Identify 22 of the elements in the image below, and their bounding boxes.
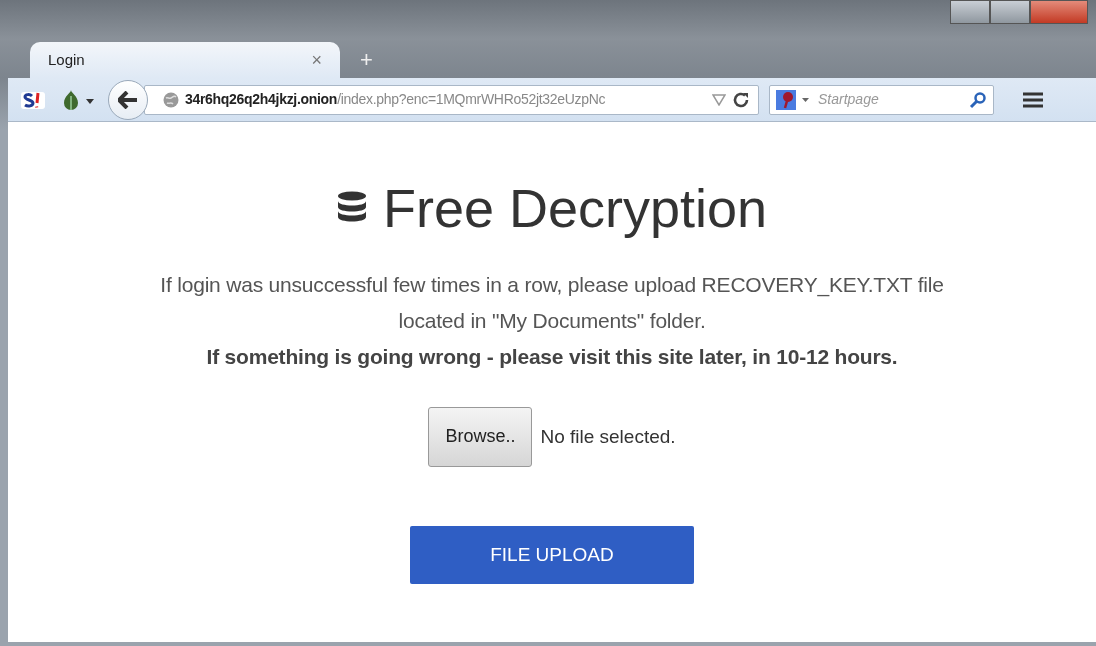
file-status: No file selected. <box>540 424 676 449</box>
search-box[interactable]: Startpage <box>769 84 994 115</box>
browser-tab[interactable]: Login × <box>30 42 340 78</box>
close-tab-button[interactable]: × <box>307 51 326 69</box>
upload-button[interactable]: FILE UPLOAD <box>410 525 694 584</box>
back-icon <box>118 90 138 109</box>
instructions-text: If login was unsuccessful few times in a row, please upload RECOVERY_KEY.TXT file located in "My Documents" folder. <box>159 271 945 334</box>
search-engine-icon[interactable] <box>776 88 812 111</box>
tab-label: Login <box>48 49 85 70</box>
maximize-button[interactable] <box>990 0 1030 24</box>
search-icon[interactable] <box>969 90 987 109</box>
reload-icon[interactable] <box>732 90 750 109</box>
address-bar[interactable]: 34r6hq26q2h4jkzj.onion/index.php?enc=1MQmrWHRo52jt32eUzpNc <box>144 84 759 115</box>
url-text: 34r6hq26q2h4jkzj.onion/index.php?enc=1MQmrWHRo52jt32eUzpNc <box>185 90 607 109</box>
dropdown-icon[interactable] <box>712 93 726 106</box>
close-button[interactable] <box>1030 0 1088 24</box>
warning-text: If something is going wrong - please visit this site later, in 10-12 hours. <box>206 343 898 370</box>
page-title: Free Decryption <box>382 177 768 240</box>
minimize-button[interactable] <box>950 0 990 24</box>
back-button[interactable] <box>108 79 148 120</box>
browse-button[interactable]: Browse.. <box>428 406 533 467</box>
globe-icon <box>163 91 179 108</box>
